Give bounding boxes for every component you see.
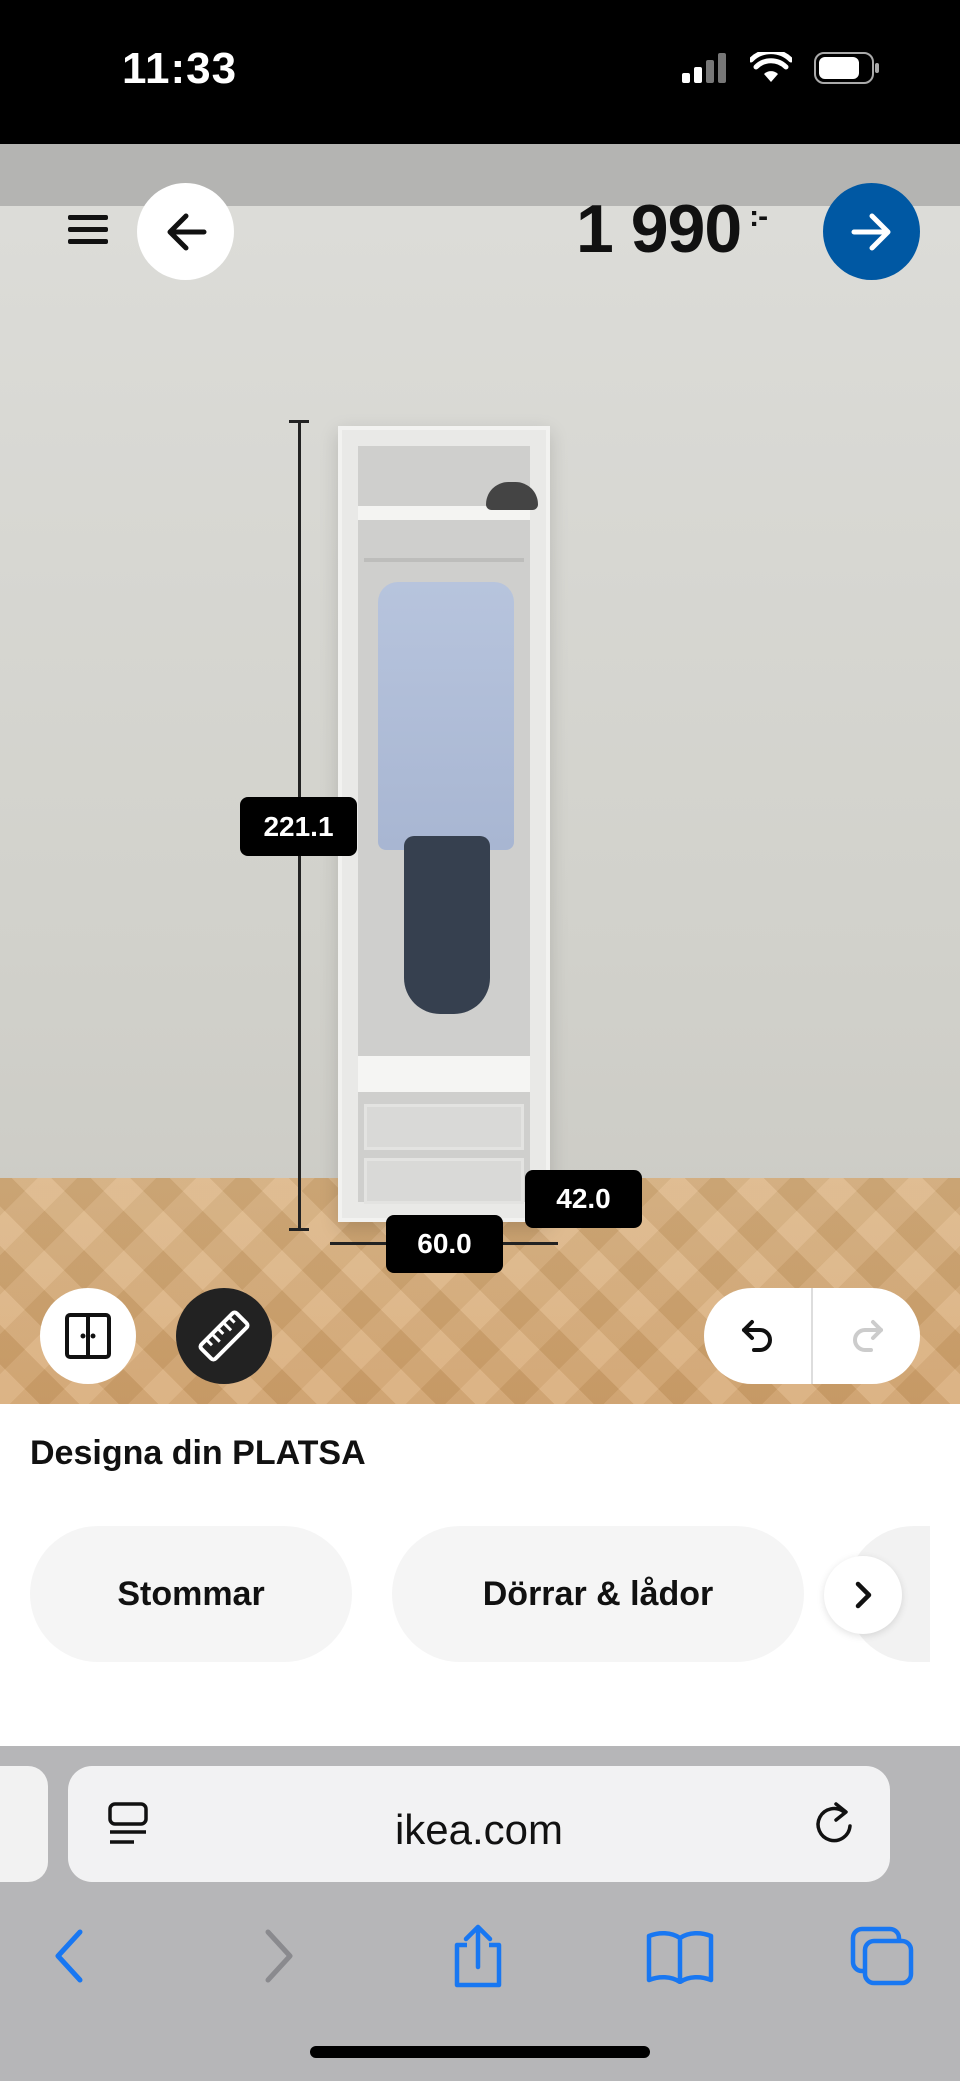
- undo-redo-group: [704, 1288, 920, 1384]
- clothes-rail: [364, 558, 524, 562]
- redo-icon: [852, 1320, 883, 1352]
- redo-button[interactable]: [813, 1288, 920, 1384]
- browser-forward-button[interactable]: [238, 1916, 318, 1996]
- design-panel: Designa din PLATSA Stommar Dörrar & lådo…: [0, 1404, 960, 1746]
- chevron-right-icon: [855, 1581, 872, 1609]
- hanging-skirt: [404, 836, 490, 1014]
- drawer: [364, 1158, 524, 1204]
- share-icon: [454, 1924, 502, 1988]
- dimension-cap: [289, 420, 309, 423]
- arrow-left-icon: [167, 213, 206, 250]
- wardrobe-doors-icon: [65, 1313, 111, 1359]
- scroll-categories-right-button[interactable]: [824, 1556, 902, 1634]
- bookmarks-button[interactable]: [640, 1916, 720, 1996]
- arrow-right-icon: [851, 213, 890, 250]
- address-bar[interactable]: ikea.com: [68, 1766, 890, 1882]
- status-time: 11:33: [122, 44, 238, 93]
- menu-button[interactable]: [58, 200, 118, 260]
- battery-icon: [814, 52, 879, 84]
- category-doors-drawers[interactable]: Dörrar & lådor: [392, 1526, 804, 1662]
- total-price: 1 990 :-: [576, 190, 768, 268]
- book-icon: [646, 1931, 714, 1984]
- previous-tab-peek[interactable]: [0, 1766, 48, 1882]
- browser-back-button[interactable]: [30, 1916, 110, 1996]
- share-button[interactable]: [438, 1916, 518, 1996]
- chevron-right-icon: [265, 1929, 293, 1983]
- next-button[interactable]: [823, 183, 920, 280]
- tabs-icon: [850, 1926, 914, 1986]
- price-value: 1 990: [576, 191, 742, 267]
- browser-chrome: ikea.com: [0, 1746, 960, 2081]
- toggle-measurements-button[interactable]: [176, 1288, 272, 1384]
- hat: [486, 482, 538, 510]
- width-dimension-label: 60.0: [386, 1215, 503, 1273]
- height-dimension-label: 221.1: [240, 797, 357, 856]
- undo-button[interactable]: [704, 1288, 811, 1384]
- url-text: ikea.com: [394, 1806, 564, 1853]
- dimension-cap: [289, 1228, 309, 1231]
- cellular-signal-icon: [682, 53, 726, 83]
- drawer: [364, 1104, 524, 1150]
- status-icons: [682, 52, 880, 84]
- panel-title: Designa din PLATSA: [30, 1434, 366, 1472]
- home-indicator: [310, 2046, 650, 2058]
- tabs-button[interactable]: [842, 1916, 922, 1996]
- hanging-shirt: [378, 582, 514, 850]
- toggle-doors-button[interactable]: [40, 1288, 136, 1384]
- bottom-shelf: [358, 1056, 530, 1092]
- price-currency: :-: [749, 200, 768, 233]
- wardrobe-model[interactable]: [338, 426, 550, 1222]
- depth-dimension-label: 42.0: [525, 1170, 642, 1228]
- hamburger-menu-icon: [68, 215, 108, 244]
- browser-toolbar: [0, 1906, 960, 2006]
- ruler-icon: [198, 1310, 250, 1362]
- chevron-left-icon: [55, 1929, 83, 1983]
- reload-icon[interactable]: [810, 1798, 858, 1850]
- category-frames[interactable]: Stommar: [30, 1526, 352, 1662]
- undo-icon: [741, 1320, 772, 1352]
- wifi-icon: [750, 52, 792, 82]
- back-button[interactable]: [137, 183, 234, 280]
- wardrobe-interior: [358, 446, 538, 1204]
- status-bar: 11:33: [0, 0, 960, 144]
